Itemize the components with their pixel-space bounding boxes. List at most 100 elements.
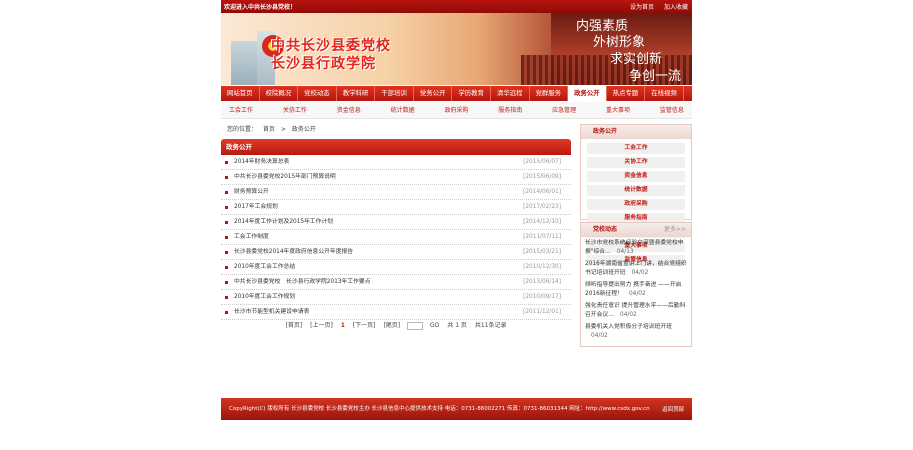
welcome-text: 欢迎进入中共长沙县党校！ <box>224 4 297 11</box>
page-jump-input[interactable] <box>407 321 424 330</box>
total-records: 共11条记录 <box>474 322 507 329</box>
list-item-title[interactable]: 长沙市节能型机关建设申请表 <box>234 309 309 315</box>
list-item-title[interactable]: 2017年工会规划 <box>234 204 278 210</box>
list-item-date: [2015/06/07] <box>523 159 561 165</box>
last-page-link[interactable]: [尾页] <box>383 322 400 329</box>
main-nav: 网站首页 校院概况 党校动态 教学科研 干部培训 党务公开 学历教育 清华远程 党群服务 政务公开… <box>221 86 692 101</box>
list-item[interactable]: 2014年度工作计划及2015年工作计划 [2014/12/10] <box>221 215 571 230</box>
news-item-title[interactable]: 长沙市党校系统经验交流暨县委党校申报"综合… <box>585 240 684 255</box>
news-item-date: 04/02 <box>620 312 637 318</box>
nav-item[interactable]: 校院概况 <box>260 86 299 101</box>
nav-item[interactable]: 在线视频 <box>645 86 684 101</box>
list-item-date: [2017/02/23] <box>523 204 561 210</box>
set-home-link[interactable]: 设为首页 <box>630 4 654 11</box>
sidebar-gov-item[interactable]: 资金信息 <box>587 171 685 182</box>
breadcrumb: 您的位置： 首页 > 政务公开 <box>227 124 320 133</box>
list-item-date: [2013/06/14] <box>523 279 561 285</box>
list-item-title[interactable]: 工会工作制度 <box>234 234 269 240</box>
site-title-line1: 中共长沙县委党校 <box>271 38 391 54</box>
list-item-date: [2015/06/09] <box>523 174 561 180</box>
news-item[interactable]: 倾听指导提出努力 携手奋进 ——开启2016新征程！ 04/02 <box>585 281 687 299</box>
total-pages: 共 1 页 <box>447 322 467 329</box>
news-item-date: 04/02 <box>628 291 646 297</box>
nav-item[interactable]: 教学科研 <box>337 86 376 101</box>
list-item[interactable]: 长沙市节能型机关建设申请表 [2011/12/01] <box>221 305 571 320</box>
list-item[interactable]: 中共长沙县委党校 长沙县行政学院2013年工作要点 [2013/06/14] <box>221 275 571 290</box>
list-item-date: [2014/12/10] <box>523 219 561 225</box>
header-banner: 中共长沙县委党校 长沙县行政学院 内强素质 外树形象 求实创新 争创一流 <box>221 13 692 85</box>
news-item-title[interactable]: 县委机关入党积极分子培训班开班 <box>585 324 672 330</box>
list-item-title[interactable]: 2010年度工会工作总结 <box>234 264 295 270</box>
slogan-4: 争创一流 <box>629 69 682 84</box>
nav-item[interactable]: 党校动态 <box>298 86 337 101</box>
list-item[interactable]: 中共长沙县委党校2015年部门预算说明 [2015/06/09] <box>221 170 571 185</box>
sidebar-gov-panel: 政务公开 工会工作关协工作资金信息统计数据政府采购服务指南应急管理重大事项监管信… <box>580 124 692 266</box>
nav-item[interactable]: 政务公开 <box>568 86 607 101</box>
breadcrumb-label: 您的位置： <box>227 126 258 133</box>
sidebar-news-header: 党校动态 更多>> <box>581 223 691 237</box>
page-wrapper: 欢迎进入中共长沙县党校！ 设为首页 加入收藏 中共长沙县委党校 长沙县行政学院 … <box>221 0 692 450</box>
list-item-title[interactable]: 财务预算公开 <box>234 189 269 195</box>
footer-copyright: CopyRight(C) 版权所有 长沙县委党校 长沙县委党校主办 长沙县信息中… <box>229 406 650 412</box>
subnav-item[interactable]: 监管信息 <box>660 102 684 119</box>
subnav-item[interactable]: 资金信息 <box>337 102 361 119</box>
list-item[interactable]: 2010年度工会工作总结 [2010/12/30] <box>221 260 571 275</box>
nav-item[interactable]: 清华远程 <box>491 86 530 101</box>
news-item-date: 04/13 <box>616 249 634 255</box>
subnav-item[interactable]: 重大事项 <box>606 102 630 119</box>
nav-item[interactable]: 热点专题 <box>607 86 646 101</box>
list-item-title[interactable]: 中共长沙县委党校 长沙县行政学院2013年工作要点 <box>234 279 371 285</box>
subnav-item[interactable]: 关协工作 <box>283 102 307 119</box>
sidebar-news-title: 党校动态 <box>593 226 618 233</box>
next-page-link[interactable]: [下一页] <box>353 322 376 329</box>
nav-item[interactable]: 党群服务 <box>530 86 569 101</box>
subnav-item[interactable]: 工会工作 <box>229 102 253 119</box>
subnav-item[interactable]: 应急管理 <box>552 102 576 119</box>
news-item[interactable]: 2016年湖南省宣讲上门讲，结合党组织书记培训班开班 04/02 <box>585 260 687 278</box>
list-item[interactable]: 财务预算公开 [2014/06/01] <box>221 185 571 200</box>
go-button[interactable]: GO <box>430 322 439 329</box>
list-item[interactable]: 长沙县委党校2014年度政府信息公开年度报告 [2015/03/21] <box>221 245 571 260</box>
sidebar-gov-item[interactable]: 政府采购 <box>587 199 685 210</box>
add-favorite-link[interactable]: 加入收藏 <box>664 4 688 11</box>
back-to-top-link[interactable]: 返回顶部 <box>662 405 684 413</box>
more-link[interactable]: 更多>> <box>664 223 686 237</box>
sidebar-gov-item[interactable]: 工会工作 <box>587 143 685 154</box>
news-item[interactable]: 县委机关入党积极分子培训班开班 04/02 <box>585 323 687 341</box>
subnav-item[interactable]: 政府采购 <box>444 102 468 119</box>
nav-item[interactable]: 学历教育 <box>452 86 491 101</box>
list-item-title[interactable]: 2014年财务决算总表 <box>234 159 289 165</box>
prev-page-link[interactable]: [上一页] <box>310 322 333 329</box>
list-item-date: [2015/03/21] <box>523 249 561 255</box>
subnav-item[interactable]: 服务指南 <box>498 102 522 119</box>
sidebar-gov-item[interactable]: 关协工作 <box>587 157 685 168</box>
list-title: 政务公开 <box>221 139 571 155</box>
sidebar-news-panel: 党校动态 更多>> 长沙市党校系统经验交流暨县委党校申报"综合… 04/13 201… <box>580 222 692 347</box>
nav-item[interactable]: 党务公开 <box>414 86 453 101</box>
list-item-date: [2014/06/01] <box>523 189 561 195</box>
list-item-title[interactable]: 2010年度工会工作规划 <box>234 294 295 300</box>
list-item-title[interactable]: 中共长沙县委党校2015年部门预算说明 <box>234 174 336 180</box>
sub-nav: 工会工作 关协工作 资金信息 统计数据 政府采购 服务指南 应急管理 重大事项 监管信息 <box>221 102 692 119</box>
footer: CopyRight(C) 版权所有 长沙县委党校 长沙县委党校主办 长沙县信息中… <box>221 398 692 420</box>
list-item[interactable]: 工会工作制度 [2011/07/11] <box>221 230 571 245</box>
list-item[interactable]: 2017年工会规划 [2017/02/23] <box>221 200 571 215</box>
list-item-date: [2010/09/17] <box>523 294 561 300</box>
list-item[interactable]: 2014年财务决算总表 [2015/06/07] <box>221 155 571 170</box>
first-page-link[interactable]: [首页] <box>286 322 303 329</box>
news-item[interactable]: 强化责任意识 提升管理水平——后勤科召开会议… 04/02 <box>585 302 687 320</box>
sidebar-gov-title: 政务公开 <box>581 125 691 139</box>
top-bar: 欢迎进入中共长沙县党校！ 设为首页 加入收藏 <box>221 0 692 13</box>
sidebar-gov-item[interactable]: 统计数据 <box>587 185 685 196</box>
list-item-title[interactable]: 长沙县委党校2014年度政府信息公开年度报告 <box>234 249 353 255</box>
news-item-date: 04/02 <box>631 270 649 276</box>
nav-item[interactable]: 干部培训 <box>375 86 414 101</box>
breadcrumb-separator: > <box>280 126 286 133</box>
breadcrumb-home[interactable]: 首页 <box>263 126 275 133</box>
subnav-item[interactable]: 统计数据 <box>391 102 415 119</box>
news-item[interactable]: 长沙市党校系统经验交流暨县委党校申报"综合… 04/13 <box>585 239 687 257</box>
pagination: [首页] [上一页] 1 [下一页] [尾页] GO 共 1 页 共11条记录 <box>221 320 571 330</box>
list-item-title[interactable]: 2014年度工作计划及2015年工作计划 <box>234 219 333 225</box>
nav-item[interactable]: 网站首页 <box>221 86 260 101</box>
list-item[interactable]: 2010年度工会工作规划 [2010/09/17] <box>221 290 571 305</box>
